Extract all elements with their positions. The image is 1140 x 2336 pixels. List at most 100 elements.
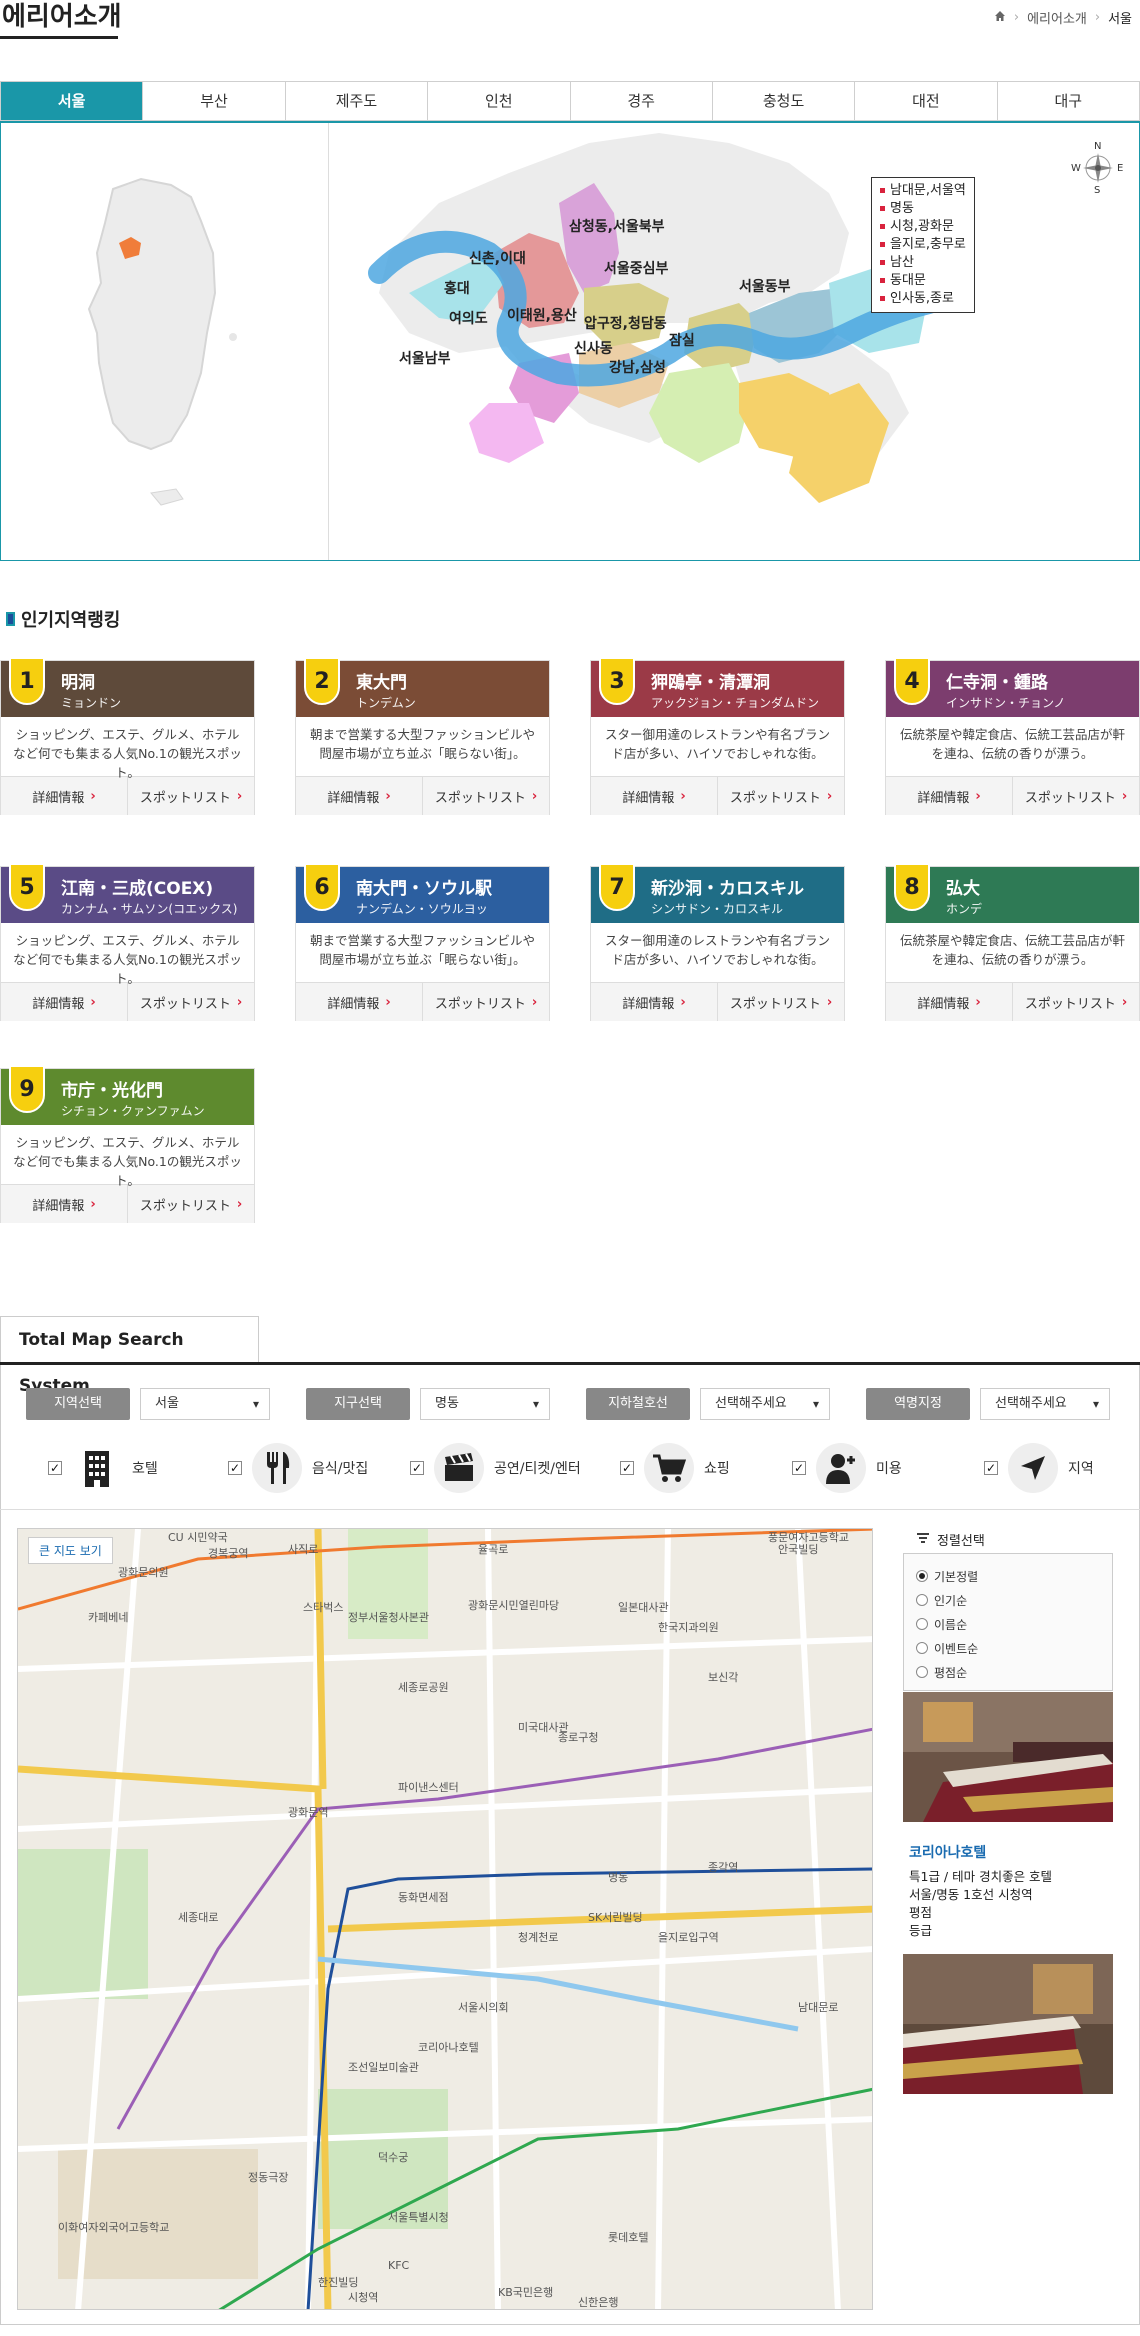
category-food[interactable]: ✓ 음식/맛집: [228, 1441, 368, 1495]
chevron-right-icon: ›: [1121, 994, 1128, 1010]
hotel-photo[interactable]: [903, 1692, 1113, 1822]
home-icon[interactable]: [994, 10, 1006, 26]
sort-option-rating[interactable]: 평점순: [916, 1660, 1100, 1684]
tab-incheon[interactable]: 인천: [428, 82, 571, 120]
tab-busan[interactable]: 부산: [143, 82, 286, 120]
spot-list-button[interactable]: スポットリスト ›: [423, 777, 549, 815]
zone-central[interactable]: 서울중심부: [604, 258, 668, 278]
card-header[interactable]: 8 弘大 ホンデ: [886, 863, 1139, 923]
filter-label-station: 역명지정: [866, 1388, 970, 1420]
card-header[interactable]: 3 狎鴎亭・清潭洞 アックジョン・チョンダムドン: [591, 657, 844, 717]
breadcrumb-current: 서울: [1108, 12, 1132, 27]
category-beauty[interactable]: ✓ 미용: [792, 1441, 902, 1495]
detail-info-button[interactable]: 詳細情報 ›: [886, 777, 1013, 815]
detail-info-button[interactable]: 詳細情報 ›: [1, 1185, 128, 1223]
hotel-checkbox[interactable]: ✓: [48, 1461, 62, 1475]
legend-item[interactable]: 남대문,서울역: [880, 182, 966, 200]
filter-label-district: 지구선택: [306, 1388, 410, 1420]
spot-list-button[interactable]: スポットリスト ›: [718, 983, 844, 1021]
card-header[interactable]: 2 東大門 トンデムン: [296, 657, 549, 717]
detail-info-button[interactable]: 詳細情報 ›: [591, 777, 718, 815]
zone-samcheong[interactable]: 삼청동,서울북부: [569, 216, 664, 236]
subway-line-select[interactable]: 선택해주세요: [700, 1388, 830, 1420]
detail-info-button[interactable]: 詳細情報 ›: [1, 777, 128, 815]
region-select[interactable]: 서울: [140, 1388, 270, 1420]
radio-button[interactable]: [916, 1618, 928, 1630]
sort-option-event[interactable]: 이벤트순: [916, 1636, 1100, 1660]
tab-chungcheong[interactable]: 충청도: [712, 82, 856, 120]
detail-info-button[interactable]: 詳細情報 ›: [296, 983, 423, 1021]
performance-checkbox[interactable]: ✓: [410, 1461, 424, 1475]
card-title: 弘大: [946, 879, 980, 899]
radio-button[interactable]: [916, 1594, 928, 1606]
total-map-tab[interactable]: Total Map Search System: [0, 1316, 259, 1396]
card-header[interactable]: 9 市庁・光化門 シチョン・クァンファムン: [1, 1065, 254, 1125]
spot-list-button[interactable]: スポットリスト ›: [128, 777, 254, 815]
button-label: スポットリスト: [434, 790, 526, 806]
legend-item[interactable]: 남산: [880, 254, 966, 272]
tab-daejeon[interactable]: 대전: [855, 82, 998, 120]
hotel-name[interactable]: 코리아나호텔: [909, 1842, 986, 1862]
zone-sinsa[interactable]: 신사동: [574, 338, 613, 358]
food-checkbox[interactable]: ✓: [228, 1461, 242, 1475]
category-region[interactable]: ✓ 지역: [984, 1441, 1094, 1495]
card-header[interactable]: 6 南大門・ソウル駅 ナンデムン・ソウルヨッ: [296, 863, 549, 923]
hotel-photo[interactable]: [903, 1954, 1113, 2094]
spot-list-button[interactable]: スポットリスト ›: [128, 983, 254, 1021]
region-checkbox[interactable]: ✓: [984, 1461, 998, 1475]
spot-list-button[interactable]: スポットリスト ›: [1013, 777, 1139, 815]
zone-sinchon[interactable]: 신촌,이대: [469, 248, 526, 268]
category-hotel[interactable]: ✓ 호텔: [48, 1441, 158, 1495]
tab-seoul[interactable]: 서울: [1, 82, 144, 120]
category-shopping[interactable]: ✓ 쇼핑: [620, 1441, 730, 1495]
legend-item[interactable]: 명동: [880, 200, 966, 218]
detail-info-button[interactable]: 詳細情報 ›: [591, 983, 718, 1021]
hotel-rating-label: 평점: [909, 1905, 933, 1920]
card-header[interactable]: 5 江南・三成(COEX) カンナム・サムソン(コエックス): [1, 863, 254, 923]
sort-option-popular[interactable]: 인기순: [916, 1588, 1100, 1612]
legend-item[interactable]: 시청,광화문: [880, 218, 966, 236]
shopping-checkbox[interactable]: ✓: [620, 1461, 634, 1475]
breadcrumb-item[interactable]: 에리어소개: [1027, 8, 1087, 27]
button-label: 詳細情報: [917, 996, 970, 1012]
card-description: ショッピング、エステ、グルメ、ホテルなど何でも集まる人気No.1の観光スポット。: [1, 1125, 254, 1188]
spot-list-button[interactable]: スポットリスト ›: [1013, 983, 1139, 1021]
legend-item[interactable]: 동대문: [880, 272, 966, 290]
spot-list-button[interactable]: スポットリスト ›: [128, 1185, 254, 1223]
spot-list-button[interactable]: スポットリスト ›: [718, 777, 844, 815]
tab-jeju[interactable]: 제주도: [285, 82, 429, 120]
beauty-checkbox[interactable]: ✓: [792, 1461, 806, 1475]
zone-east[interactable]: 서울동부: [739, 276, 791, 296]
district-select[interactable]: 명동: [420, 1388, 550, 1420]
radio-button[interactable]: [916, 1642, 928, 1654]
detail-info-button[interactable]: 詳細情報 ›: [1, 983, 128, 1021]
zone-itaewon[interactable]: 이태원,용산: [507, 305, 577, 325]
station-select[interactable]: 선택해주세요: [980, 1388, 1110, 1420]
tab-daegu[interactable]: 대구: [997, 82, 1139, 120]
detail-info-button[interactable]: 詳細情報 ›: [296, 777, 423, 815]
zone-apgujeong[interactable]: 압구정,청담동: [584, 313, 667, 333]
spot-list-button[interactable]: スポットリスト ›: [423, 983, 549, 1021]
big-map-button[interactable]: 큰 지도 보기: [28, 1537, 113, 1564]
legend-item[interactable]: 인사동,종로: [880, 290, 966, 308]
card-header[interactable]: 7 新沙洞・カロスキル シンサドン・カロスキル: [591, 863, 844, 923]
sort-option-default[interactable]: 기본정렬: [916, 1564, 1100, 1588]
detail-info-button[interactable]: 詳細情報 ›: [886, 983, 1013, 1021]
zone-yeouido[interactable]: 여의도: [449, 308, 488, 328]
legend-item[interactable]: 을지로,충무로: [880, 236, 966, 254]
zone-jamsil[interactable]: 잠실: [669, 330, 695, 350]
radio-button[interactable]: [916, 1666, 928, 1678]
radio-button[interactable]: [916, 1570, 928, 1582]
card-header[interactable]: 1 明洞 ミョンドン: [1, 657, 254, 717]
sort-option-name[interactable]: 이름순: [916, 1612, 1100, 1636]
sort-title: 정렬선택: [937, 1534, 985, 1549]
card-header[interactable]: 4 仁寺洞・鍾路 インサドン・チョンノ: [886, 657, 1139, 717]
zone-hongdae[interactable]: 홍대: [444, 278, 470, 298]
street-map[interactable]: 큰 지도 보기 CU 시민약국 경복궁역 사직로 율곡로 광화문의원 카페베네 …: [17, 1528, 873, 2310]
category-performance[interactable]: ✓ 공연/티켓/엔터: [410, 1441, 581, 1495]
zone-south[interactable]: 서울남부: [399, 348, 451, 368]
zone-gangnam[interactable]: 강남,삼성: [609, 357, 666, 377]
button-label: 詳細情報: [327, 996, 380, 1012]
chevron-right-icon: ›: [236, 1196, 243, 1212]
tab-gyeongju[interactable]: 경주: [570, 82, 713, 120]
